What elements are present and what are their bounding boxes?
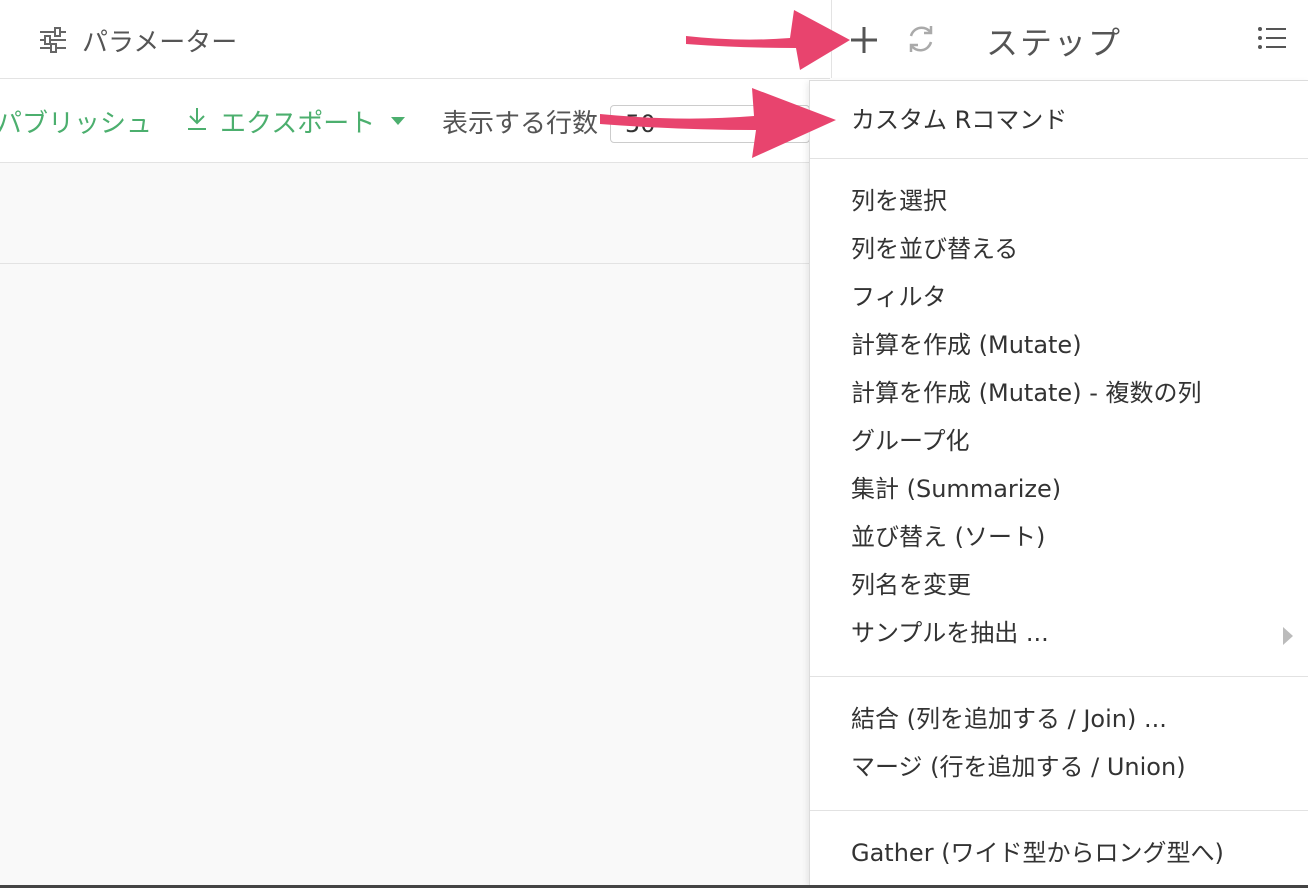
chevron-right-icon bbox=[1283, 627, 1293, 645]
parameters-label: パラメーター bbox=[82, 27, 238, 58]
publish-button[interactable]: パブリッシュ bbox=[0, 103, 152, 139]
plus-icon bbox=[851, 27, 877, 53]
parameters-button[interactable]: パラメーター bbox=[38, 22, 237, 58]
refresh-icon bbox=[909, 26, 933, 52]
menu-item-filter[interactable]: フィルタ bbox=[851, 282, 947, 312]
menu-item-mutate-multiple[interactable]: 計算を作成 (Mutate) - 複数の列 bbox=[851, 378, 1201, 408]
list-icon bbox=[1258, 27, 1286, 49]
menu-item-summarize[interactable]: 集計 (Summarize) bbox=[851, 474, 1061, 504]
add-step-button[interactable] bbox=[848, 22, 880, 56]
menu-item-sample[interactable]: サンプルを抽出 ... bbox=[851, 618, 1049, 648]
menu-divider bbox=[810, 810, 1308, 811]
menu-item-group-by[interactable]: グループ化 bbox=[851, 426, 970, 456]
menu-item-reorder-columns[interactable]: 列を並び替える bbox=[851, 234, 1018, 264]
steps-list-button[interactable] bbox=[1256, 24, 1288, 52]
publish-label: パブリッシュ bbox=[0, 108, 153, 139]
content-header-area bbox=[0, 163, 810, 264]
content-area bbox=[0, 264, 810, 885]
export-button[interactable]: エクスポート bbox=[186, 103, 406, 139]
menu-item-gather[interactable]: Gather (ワイド型からロング型へ) bbox=[851, 838, 1224, 868]
rows-count-label: 表示する行数 bbox=[442, 108, 599, 139]
refresh-button[interactable] bbox=[904, 22, 938, 56]
menu-item-union[interactable]: マージ (行を追加する / Union) bbox=[851, 752, 1186, 782]
steps-title: ステップ bbox=[986, 24, 1123, 62]
top-bar: パラメーター bbox=[0, 0, 830, 79]
menu-item-join[interactable]: 結合 (列を追加する / Join) ... bbox=[851, 704, 1167, 734]
menu-item-rename-columns[interactable]: 列名を変更 bbox=[851, 570, 971, 600]
export-label: エクスポート bbox=[220, 108, 376, 139]
rows-count-input[interactable] bbox=[610, 105, 810, 143]
add-step-menu: カスタム Rコマンド 列を選択 列を並び替える フィルタ 計算を作成 (Muta… bbox=[809, 80, 1308, 886]
menu-item-custom-r-command[interactable]: カスタム Rコマンド bbox=[851, 105, 1067, 135]
download-icon bbox=[186, 105, 208, 138]
menu-item-sort[interactable]: 並び替え (ソート) bbox=[851, 522, 1045, 552]
caret-down-icon bbox=[391, 117, 406, 125]
sliders-icon bbox=[38, 27, 68, 53]
menu-item-mutate[interactable]: 計算を作成 (Mutate) bbox=[851, 330, 1082, 360]
menu-divider bbox=[810, 676, 1308, 677]
menu-item-select-columns[interactable]: 列を選択 bbox=[851, 186, 947, 216]
menu-divider bbox=[810, 158, 1308, 159]
